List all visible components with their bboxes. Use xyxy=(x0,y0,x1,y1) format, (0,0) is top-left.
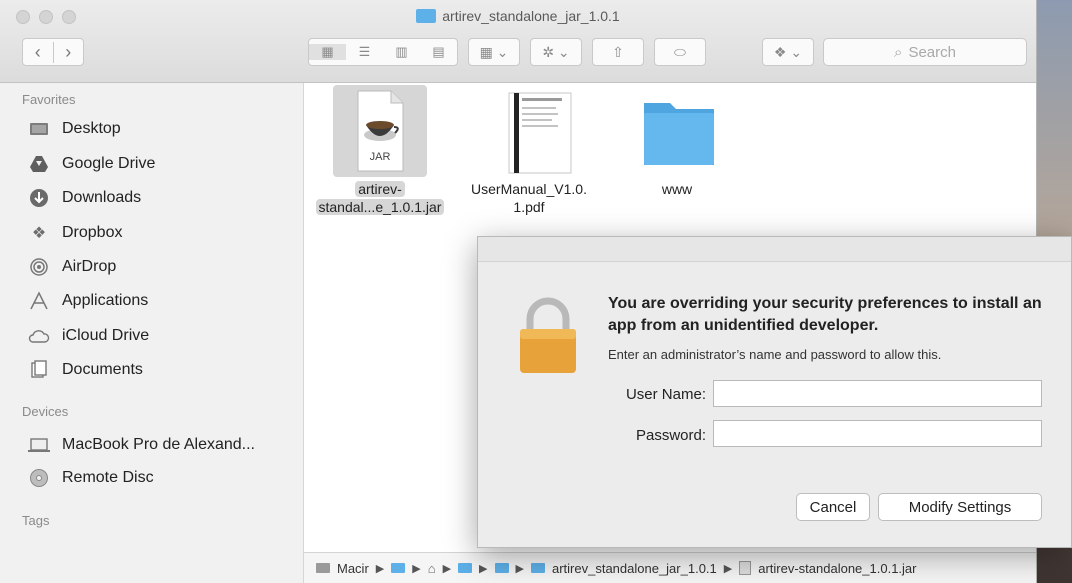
folder-icon xyxy=(416,9,437,23)
icon-view-icon[interactable]: ▦ xyxy=(309,44,346,60)
applications-icon xyxy=(28,291,50,310)
window-title: artirev_standalone_jar_1.0.1 xyxy=(0,8,1036,24)
file-name-line1: artirev- xyxy=(355,181,405,197)
gear-icon: ✲ ⌄ xyxy=(542,43,570,60)
desktop-icon xyxy=(28,120,50,138)
file-name-line2: standal...e_1.0.1.jar xyxy=(315,199,445,215)
sidebar-item-remote-disc[interactable]: Remote Disc xyxy=(28,465,154,491)
action-button[interactable]: ✲ ⌄ xyxy=(530,38,582,66)
sidebar-item-label: Google Drive xyxy=(62,155,156,172)
file-item-folder[interactable]: www xyxy=(622,85,732,198)
documents-icon xyxy=(28,360,50,379)
google-drive-icon xyxy=(28,155,50,173)
share-button[interactable]: ⇧ xyxy=(592,38,644,66)
favorites-heading: Favorites xyxy=(22,92,76,107)
folder-icon[interactable] xyxy=(494,563,509,573)
path-root[interactable]: Macir xyxy=(337,561,369,576)
search-input[interactable]: ⌕ Search xyxy=(823,38,1027,66)
icloud-icon xyxy=(28,327,50,345)
column-view-icon[interactable]: ▥ xyxy=(383,44,420,60)
file-name-line2: 1.pdf xyxy=(513,199,545,215)
list-view-icon[interactable]: ☰ xyxy=(346,44,383,60)
sidebar-item-label: Documents xyxy=(62,361,143,378)
folder-icon[interactable] xyxy=(458,563,473,573)
sidebar-item-label: Dropbox xyxy=(62,224,123,241)
jar-file-icon: JAR xyxy=(333,85,427,177)
sidebar-item-google-drive[interactable]: Google Drive xyxy=(28,151,155,177)
chevron-right-icon: ▶ xyxy=(375,562,385,575)
folder-icon xyxy=(530,563,545,573)
sidebar-item-label: AirDrop xyxy=(62,258,117,275)
sidebar-item-label: Remote Disc xyxy=(62,469,154,486)
tags-button[interactable]: ⬭ xyxy=(654,38,706,66)
sidebar-item-label: Downloads xyxy=(62,189,142,206)
back-button[interactable]: ‹ xyxy=(23,42,53,63)
arrange-button[interactable]: ▦ ⌄ xyxy=(468,38,520,66)
sidebar-item-desktop[interactable]: Desktop xyxy=(28,116,121,142)
sidebar-item-documents[interactable]: Documents xyxy=(28,357,143,383)
path-bar: Macir ▶ ▶ ⌂ ▶ ▶ ▶ artirev_standalone_jar… xyxy=(304,552,1036,583)
sidebar-item-airdrop[interactable]: AirDrop xyxy=(28,254,116,280)
sidebar-item-label: iCloud Drive xyxy=(62,327,150,344)
sidebar-item-dropbox[interactable]: ❖ Dropbox xyxy=(28,220,123,246)
share-icon: ⇧ xyxy=(612,43,624,60)
chevron-right-icon: ▶ xyxy=(723,562,733,575)
jar-mini-icon xyxy=(739,561,752,575)
chevron-right-icon: ▶ xyxy=(515,562,524,575)
sidebar: Favorites Desktop Google Drive Downloads… xyxy=(0,83,304,583)
username-label: User Name: xyxy=(625,386,706,403)
dialog-title: You are overriding your security prefere… xyxy=(608,295,1042,334)
user-folder-icon[interactable] xyxy=(391,563,406,573)
tag-icon: ⬭ xyxy=(674,43,686,60)
forward-button[interactable]: › xyxy=(52,41,84,63)
password-field[interactable] xyxy=(713,420,1042,447)
sidebar-item-applications[interactable]: Applications xyxy=(28,288,148,314)
dropbox-icon: ❖ xyxy=(31,225,47,242)
folder-icon xyxy=(630,85,724,177)
disc-icon xyxy=(28,469,50,487)
path-folder[interactable]: artirev_standalone_jar_1.0.1 xyxy=(552,561,717,576)
pdf-file-icon xyxy=(482,85,576,177)
toolbar: artirev_standalone_jar_1.0.1 ‹ › ▦ ☰ ▥ ▤… xyxy=(0,0,1036,83)
jar-badge: JAR xyxy=(369,151,391,163)
dropbox-icon: ❖ ⌄ xyxy=(773,43,803,60)
sidebar-item-label: Applications xyxy=(62,292,149,309)
chevron-right-icon: ▶ xyxy=(412,562,421,575)
search-icon: ⌕ xyxy=(894,43,903,61)
gallery-view-icon[interactable]: ▤ xyxy=(420,44,457,60)
back-forward-buttons: ‹ › xyxy=(22,38,84,66)
sidebar-item-icloud-drive[interactable]: iCloud Drive xyxy=(28,323,149,349)
sidebar-item-downloads[interactable]: Downloads xyxy=(28,185,141,211)
dialog-title-strip xyxy=(478,237,1071,262)
sidebar-item-macbook[interactable]: MacBook Pro de Alexand... xyxy=(28,432,255,458)
airdrop-icon xyxy=(28,258,50,276)
path-file[interactable]: artirev-standalone_1.0.1.jar xyxy=(758,561,916,576)
lock-icon xyxy=(516,295,580,381)
file-item-pdf[interactable]: UserManual_V1.0. 1.pdf xyxy=(459,85,599,216)
devices-heading: Devices xyxy=(22,404,69,419)
downloads-icon xyxy=(28,189,50,207)
modify-settings-button[interactable]: Modify Settings xyxy=(878,493,1042,521)
tags-heading: Tags xyxy=(22,513,50,528)
chevron-right-icon: ▶ xyxy=(479,562,488,575)
chevron-right-icon: ▶ xyxy=(442,562,452,575)
file-name-line1: www xyxy=(661,181,693,197)
sidebar-item-label: Desktop xyxy=(62,120,121,137)
sidebar-item-label: MacBook Pro de Alexand... xyxy=(62,436,255,453)
home-icon[interactable]: ⌂ xyxy=(428,561,436,576)
search-placeholder: Search xyxy=(908,43,956,61)
security-dialog: You are overriding your security prefere… xyxy=(477,236,1072,548)
username-field[interactable] xyxy=(713,380,1042,407)
file-name-line1: UserManual_V1.0. xyxy=(471,181,587,197)
dialog-subtitle: Enter an administrator’s name and passwo… xyxy=(608,347,942,362)
arrange-icon: ▦ ⌄ xyxy=(479,43,509,60)
cancel-button[interactable]: Cancel xyxy=(796,493,870,521)
hard-disk-icon xyxy=(316,563,330,573)
dropbox-button[interactable]: ❖ ⌄ xyxy=(762,38,814,66)
view-mode-buttons: ▦ ☰ ▥ ▤ xyxy=(308,38,458,66)
file-item-jar[interactable]: JAR artirev- standal...e_1.0.1.jar xyxy=(309,85,451,216)
password-label: Password: xyxy=(635,427,706,444)
laptop-icon xyxy=(28,436,50,454)
